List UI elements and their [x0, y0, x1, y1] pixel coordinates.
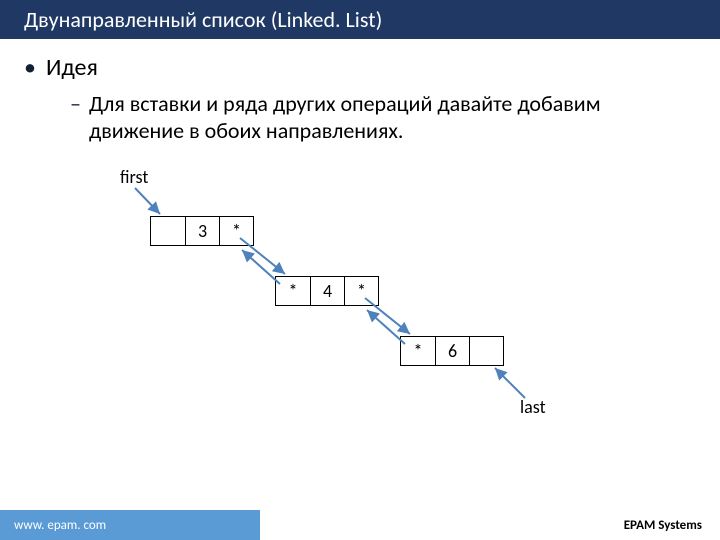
arrows-svg [80, 166, 640, 426]
footer-brand: EPAM Systems [606, 510, 720, 540]
slide-title: Двунаправленный список (Linked. List) [24, 6, 382, 33]
bullet-dot-icon: • [24, 53, 36, 82]
linked-list-diagram: first 3 * * 4 * * 6 last [80, 166, 640, 426]
idea-bullet: • Идея [24, 53, 696, 82]
footer-bar: www. epam. com EPAM Systems [0, 510, 720, 540]
arrow-last-to-n3 [495, 368, 525, 398]
idea-label: Идея [46, 53, 98, 82]
footer-spacer [260, 510, 606, 540]
footer-url: www. epam. com [0, 510, 260, 540]
arrow-first-to-n1 [135, 188, 160, 214]
content-area: • Идея – Для вставки и ряда других опера… [0, 39, 720, 426]
idea-detail: – Для вставки и ряда других операций дав… [70, 90, 696, 144]
dash-icon: – [70, 90, 81, 117]
idea-text: Для вставки и ряда других операций давай… [89, 90, 696, 144]
slide-title-bar: Двунаправленный список (Linked. List) [0, 0, 720, 39]
